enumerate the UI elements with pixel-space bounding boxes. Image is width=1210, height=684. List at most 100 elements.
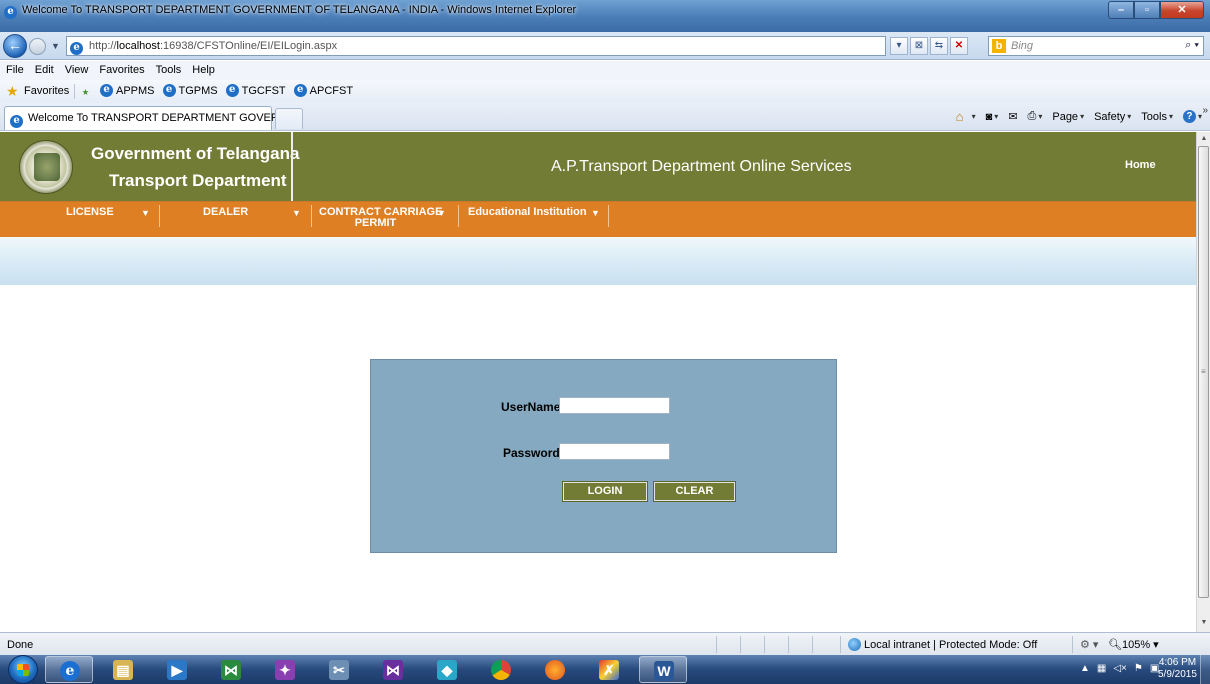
taskbar-app-11[interactable]: ✗ bbox=[585, 656, 633, 683]
maximize-button[interactable]: ▫ bbox=[1134, 1, 1160, 19]
address-url[interactable]: http://localhost:16938/CFSTOnline/EI/EIL… bbox=[89, 40, 337, 52]
nav-separator bbox=[608, 205, 609, 227]
start-button[interactable] bbox=[8, 655, 38, 684]
print-icon: ⎙ bbox=[1027, 110, 1037, 122]
status-divider bbox=[1072, 636, 1073, 653]
tools-menu[interactable]: Tools ▾ bbox=[1141, 111, 1173, 123]
taskbar-visual-studio[interactable]: ⋈ bbox=[207, 656, 255, 683]
taskbar-visual-studio-2[interactable]: ⋈ bbox=[369, 656, 417, 683]
nav-educational-institution[interactable]: Educational Institution ▼ bbox=[460, 202, 608, 238]
volume-icon[interactable]: ◁× bbox=[1113, 663, 1127, 674]
search-icon[interactable]: ⌕ ▾ bbox=[1185, 39, 1199, 52]
scroll-up-icon[interactable]: ▲ bbox=[1199, 135, 1209, 145]
bing-icon: b bbox=[992, 39, 1006, 53]
menu-tools[interactable]: Tools bbox=[150, 61, 187, 76]
password-input[interactable] bbox=[559, 443, 670, 460]
help-menu[interactable]: ? ▾ bbox=[1182, 110, 1202, 123]
safety-menu[interactable]: Safety ▾ bbox=[1094, 111, 1131, 123]
site-title: A.P.Transport Department Online Services bbox=[551, 158, 852, 175]
add-to-favorites-icon[interactable]: ⭑ bbox=[82, 84, 89, 100]
menu-edit[interactable]: Edit bbox=[29, 61, 59, 76]
back-button[interactable]: ← bbox=[3, 34, 27, 58]
compatibility-view-icon[interactable]: ⊠ bbox=[910, 37, 928, 55]
feeds-command[interactable]: ◙ ▾ bbox=[986, 111, 999, 123]
zoom-level[interactable]: 🔍︎105% ▾ bbox=[1108, 638, 1159, 651]
tab-bar: e Welcome To TRANSPORT DEPARTMENT GOVER.… bbox=[0, 103, 1210, 131]
menu-view[interactable]: View bbox=[59, 61, 94, 76]
stop-icon[interactable]: ✕ bbox=[950, 37, 968, 55]
vertical-scrollbar[interactable]: ▲ ≡ ▼ bbox=[1196, 132, 1210, 632]
protected-mode-icon[interactable]: ⚙ ▾ bbox=[1080, 638, 1098, 651]
close-button[interactable]: ✕ bbox=[1160, 1, 1204, 19]
favorites-bar: ★ Favorites ⭑ e APPMS e TGPMS e TGCFST e APC… bbox=[0, 80, 1210, 103]
org-name: Government of Telangana bbox=[91, 144, 300, 163]
windows-logo-icon bbox=[17, 664, 29, 676]
taskbar-file-explorer[interactable]: ▤ bbox=[99, 656, 147, 683]
home-command[interactable]: ⌂ ▾ bbox=[956, 110, 976, 123]
favorites-links: e APPMS e TGPMS e TGCFST e APCFST bbox=[100, 84, 353, 97]
menu-file[interactable]: File bbox=[0, 61, 29, 76]
help-icon: ? bbox=[1182, 110, 1196, 123]
page-menu[interactable]: Page ▾ bbox=[1052, 111, 1084, 123]
home-link[interactable]: Home bbox=[1125, 159, 1156, 171]
minimize-button[interactable]: – bbox=[1108, 1, 1134, 19]
scrollbar-thumb[interactable]: ≡ bbox=[1198, 146, 1209, 598]
menu-favorites[interactable]: Favorites bbox=[93, 61, 149, 76]
favorites-star-icon[interactable]: ★ bbox=[6, 84, 20, 98]
search-box[interactable]: b Bing ⌕ ▾ bbox=[988, 36, 1204, 56]
show-desktop-button[interactable] bbox=[1200, 655, 1210, 684]
telangana-emblem-logo bbox=[19, 140, 73, 194]
address-bar[interactable]: e http://localhost:16938/CFSTOnline/EI/E… bbox=[66, 36, 886, 56]
department-name: Transport Department bbox=[109, 171, 287, 190]
site-header: Government of Telangana Transport Depart… bbox=[0, 132, 1196, 201]
nav-educational-institution-label: Educational Institution bbox=[468, 206, 587, 218]
taskbar-word[interactable]: W bbox=[639, 656, 687, 683]
network-icon[interactable]: ▦ bbox=[1097, 663, 1106, 674]
security-zone[interactable]: Local intranet | Protected Mode: Off bbox=[848, 638, 1037, 651]
address-dropdown-icon[interactable]: ▾ bbox=[890, 37, 908, 55]
nav-dealer[interactable]: DEALER ▼ bbox=[160, 202, 310, 238]
taskbar-clock[interactable]: 4:06 PM 5/9/2015 bbox=[1158, 657, 1197, 681]
nav-contract-carriage-permit[interactable]: CONTRACT CARRIAGE PERMIT ▼ bbox=[312, 202, 458, 238]
local-intranet-icon bbox=[848, 638, 861, 651]
menu-help[interactable]: Help bbox=[186, 61, 220, 76]
login-button[interactable]: LOGIN bbox=[562, 481, 648, 502]
toolbar-overflow-chevron-icon[interactable]: » bbox=[1202, 105, 1208, 116]
flag-icon[interactable]: ⚑ bbox=[1134, 663, 1143, 674]
taskbar-app-6[interactable]: ✂ bbox=[315, 656, 363, 683]
refresh-icon[interactable]: ⇆ bbox=[930, 37, 948, 55]
favorite-link-tgcfst[interactable]: e TGCFST bbox=[225, 84, 286, 97]
browser-tab-active[interactable]: e Welcome To TRANSPORT DEPARTMENT GOVER.… bbox=[4, 106, 288, 130]
taskbar-firefox[interactable] bbox=[531, 656, 579, 683]
favorite-link-appms[interactable]: e APPMS bbox=[100, 84, 155, 97]
tools-app-icon: ✂ bbox=[329, 660, 349, 680]
favorite-link-apcfst[interactable]: e APCFST bbox=[293, 84, 353, 97]
scroll-down-icon[interactable]: ▼ bbox=[1199, 619, 1209, 629]
taskbar-app-8[interactable]: ◆ bbox=[423, 656, 471, 683]
header-divider bbox=[291, 132, 293, 201]
visual-studio-icon: ⋈ bbox=[221, 660, 241, 680]
tab-title: Welcome To TRANSPORT DEPARTMENT GOVER... bbox=[28, 112, 288, 124]
taskbar-internet-explorer[interactable]: e bbox=[45, 656, 93, 683]
rss-feed-icon: ◙ bbox=[985, 110, 993, 123]
print-command[interactable]: ⎙ ▾ bbox=[1028, 110, 1043, 123]
mail-command[interactable]: ✉ bbox=[1008, 110, 1017, 123]
new-tab-button[interactable] bbox=[275, 108, 303, 129]
tray-expand-icon[interactable]: ▲ bbox=[1080, 663, 1090, 674]
taskbar-chrome[interactable] bbox=[477, 656, 525, 683]
favorite-link-tgpms[interactable]: e TGPMS bbox=[162, 84, 218, 97]
visual-studio-icon: ⋈ bbox=[383, 660, 403, 680]
taskbar-app-5[interactable]: ✦ bbox=[261, 656, 309, 683]
username-input[interactable] bbox=[559, 397, 670, 414]
status-divider bbox=[764, 636, 765, 653]
favorites-button[interactable]: Favorites bbox=[24, 85, 69, 97]
nav-license[interactable]: LICENSE ▼ bbox=[0, 202, 158, 238]
window-controls: – ▫ ✕ bbox=[1108, 1, 1204, 19]
forward-button[interactable] bbox=[29, 38, 46, 55]
recent-pages-dropdown-icon[interactable]: ▼ bbox=[51, 41, 60, 51]
taskbar-media-player[interactable]: ▶ bbox=[153, 656, 201, 683]
clear-button[interactable]: CLEAR bbox=[653, 481, 736, 502]
window-titlebar: e Welcome To TRANSPORT DEPARTMENT GOVERN… bbox=[0, 0, 1210, 32]
folder-icon: ▤ bbox=[113, 660, 133, 680]
word-icon: W bbox=[654, 661, 674, 681]
